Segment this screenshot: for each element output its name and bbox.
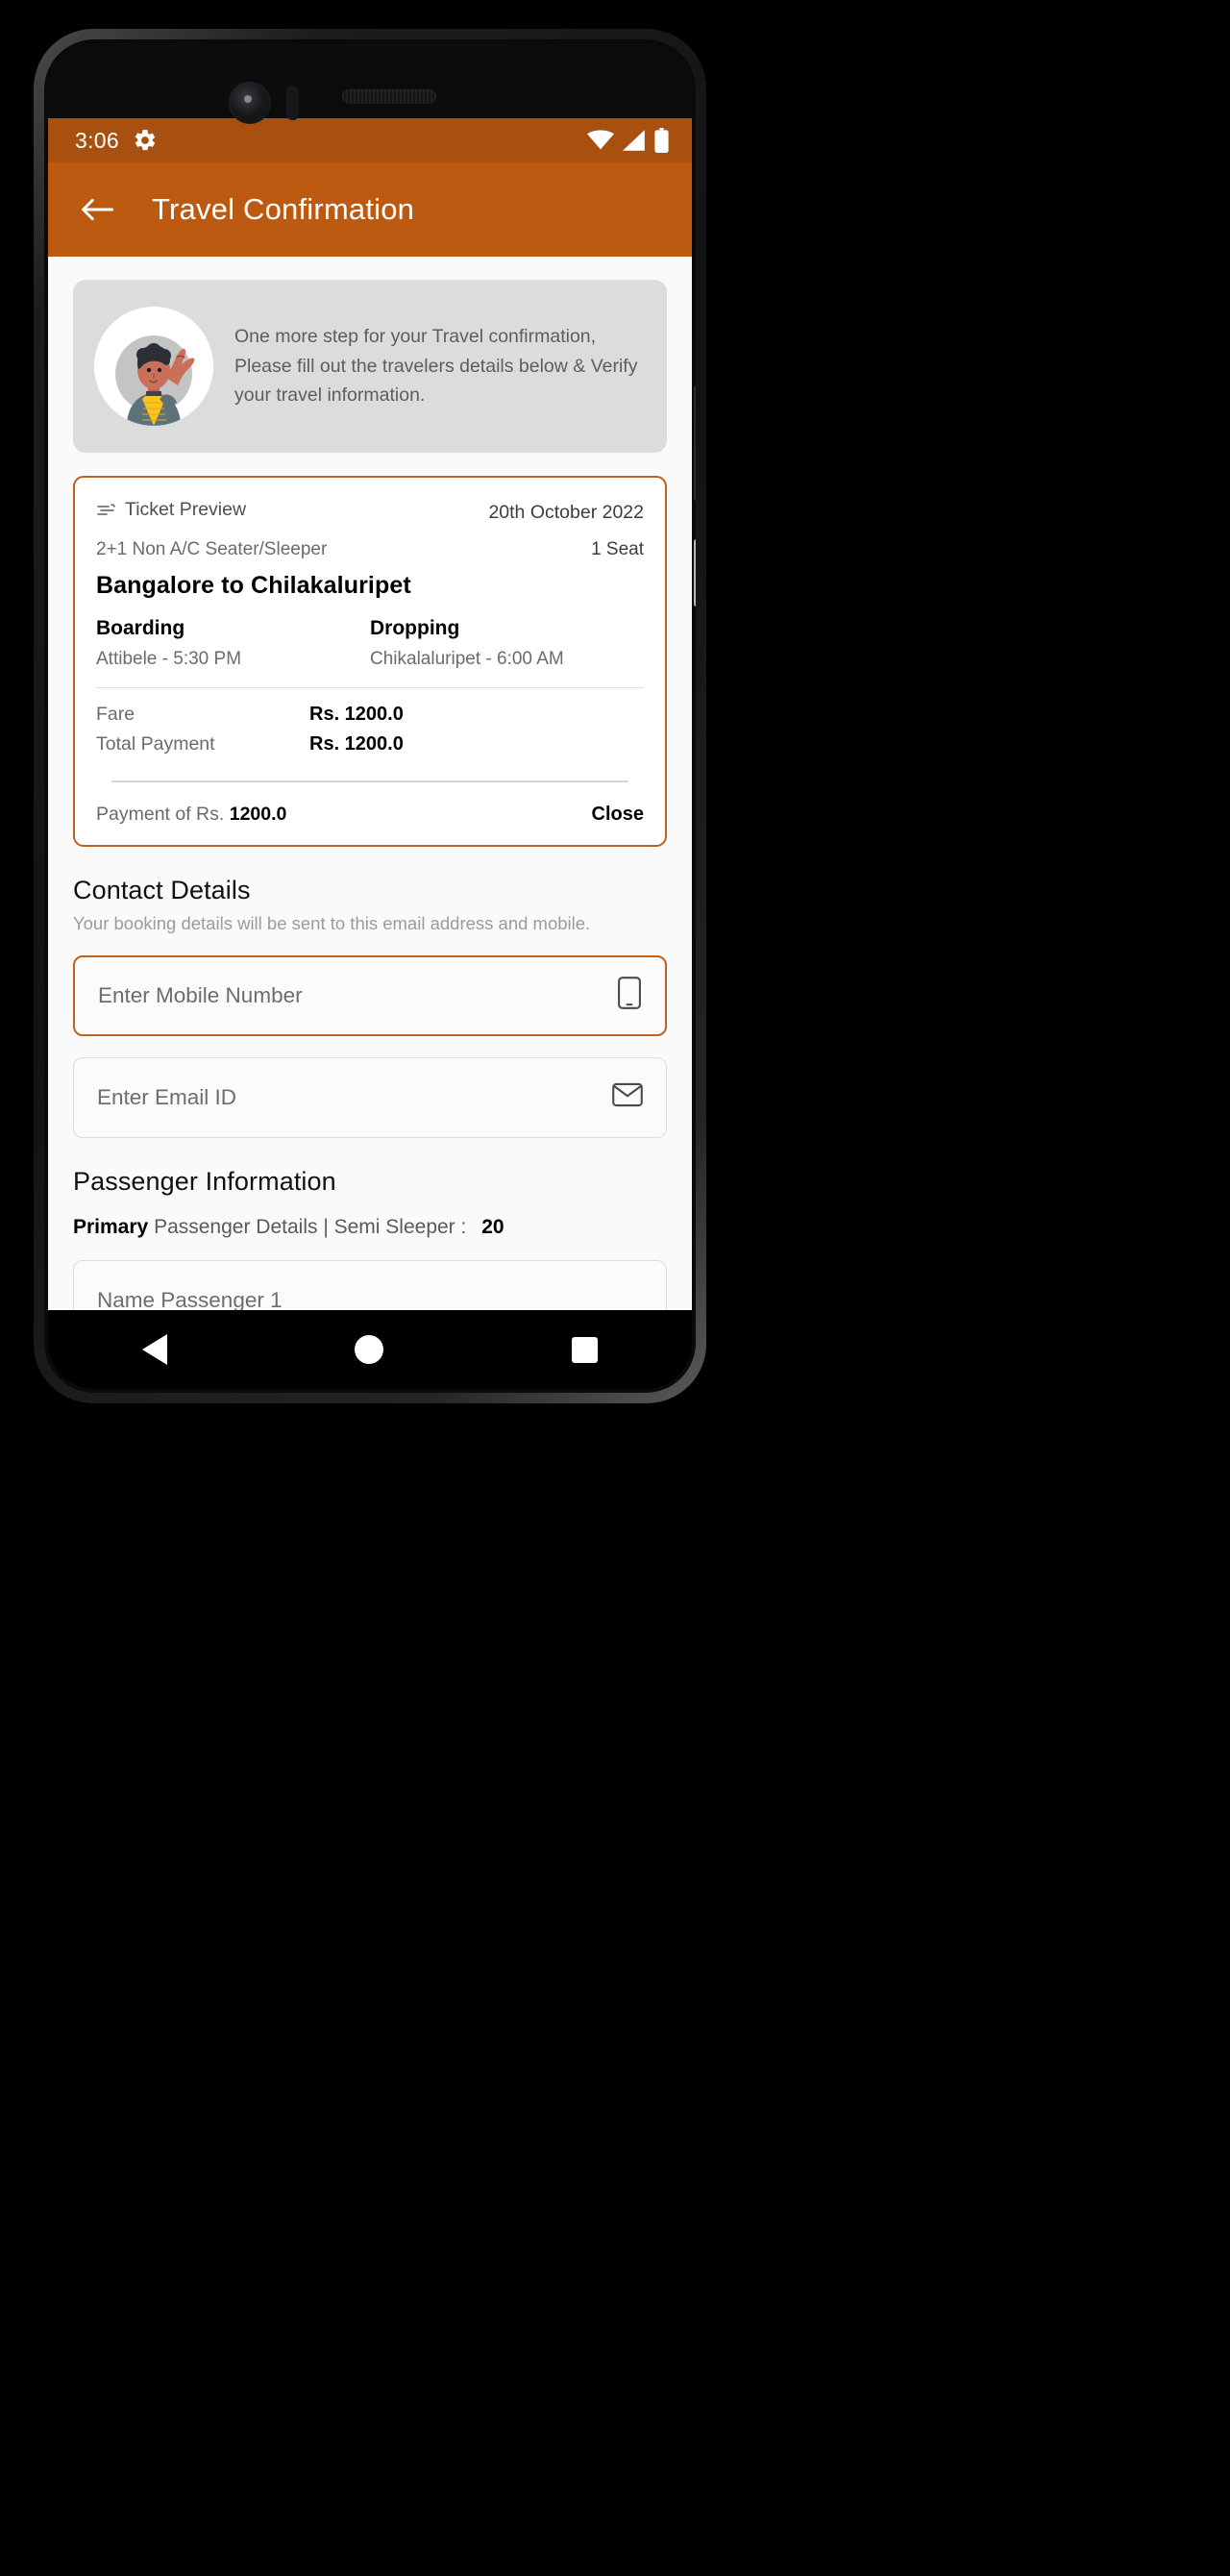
contact-details-title: Contact Details [73, 875, 251, 904]
primary-label: Primary [73, 1215, 149, 1238]
phone-bezel: 3:06 Travel Confirmation One more step f… [44, 39, 696, 1393]
payment-prefix: Payment of Rs. [96, 803, 225, 825]
scroll-content[interactable]: One more step for your Travel confirmati… [48, 257, 692, 1310]
fare-label: Fare [96, 703, 135, 725]
cellular-signal-icon [623, 130, 645, 151]
table-row: Total Payment Rs. 1200.0 [96, 733, 644, 755]
waving-person-illustration [94, 307, 213, 426]
payment-amount: 1200.0 [229, 803, 287, 825]
payment-summary-row: Payment of Rs. 1200.0 Close [96, 804, 644, 826]
wifi-icon [587, 130, 614, 150]
power-button[interactable] [694, 539, 696, 607]
mobile-number-input[interactable]: Enter Mobile Number [73, 954, 667, 1036]
info-banner-text: One more step for your Travel confirmati… [234, 325, 638, 407]
fare-value: Rs. 1200.0 [309, 703, 404, 725]
contact-details-subtitle: Your booking details will be sent to thi… [73, 912, 591, 933]
passenger-information-title: Passenger Information [73, 1166, 336, 1196]
volume-button[interactable] [694, 385, 696, 501]
camera-flash-icon [286, 86, 299, 120]
total-payment-value: Rs. 1200.0 [309, 732, 404, 755]
back-arrow-icon[interactable] [77, 189, 117, 230]
email-input-placeholder: Enter Email ID [97, 1084, 237, 1109]
email-input[interactable]: Enter Email ID [73, 1056, 667, 1138]
boarding-heading: Boarding [96, 616, 185, 639]
ticket-preview-card: Ticket Preview 20th October 2022 2+1 Non… [73, 476, 667, 847]
dropping-detail: Chikalaluripet - 6:00 AM [370, 648, 564, 669]
primary-detail-label: Passenger Details | Semi Sleeper : [154, 1215, 467, 1238]
front-camera-icon [229, 82, 271, 124]
android-navigation-bar [48, 1310, 692, 1389]
stops-grid: Boarding Attibele - 5:30 PM Dropping Chi… [96, 617, 644, 688]
bus-type-row: 2+1 Non A/C Seater/Sleeper 1 Seat [96, 524, 644, 560]
bus-type: 2+1 Non A/C Seater/Sleeper [96, 538, 328, 559]
dropping-column: Dropping Chikalaluripet - 6:00 AM [370, 617, 644, 670]
battery-icon [654, 128, 669, 153]
gear-icon [135, 130, 156, 151]
envelope-icon [612, 1082, 643, 1112]
passenger-name-input[interactable]: Name Passenger 1 [73, 1259, 667, 1311]
ticket-date: 20th October 2022 [488, 501, 644, 523]
status-bar-left-icons [133, 128, 158, 153]
nav-recents-square-icon[interactable] [572, 1336, 599, 1363]
earpiece-speaker-grille [342, 89, 436, 104]
ticket-lines-icon [97, 503, 115, 515]
total-payment-label: Total Payment [96, 732, 215, 755]
divider [111, 780, 628, 782]
app-bar: Travel Confirmation [48, 162, 692, 257]
sensor-strip [48, 43, 692, 124]
status-bar-right-icons [587, 128, 669, 153]
route-title: Bangalore to Chilakaluripet [96, 571, 411, 599]
phone-device-frame: 3:06 Travel Confirmation One more step f… [34, 29, 706, 1403]
boarding-column: Boarding Attibele - 5:30 PM [96, 617, 370, 670]
page-title: Travel Confirmation [152, 192, 415, 226]
status-bar-clock: 3:06 [75, 127, 119, 153]
primary-passenger-line: Primary Passenger Details | Semi Sleeper… [73, 1216, 667, 1239]
payment-summary-text: Payment of Rs. 1200.0 [96, 804, 286, 826]
ticket-preview-label-group: Ticket Preview [96, 499, 246, 521]
phone-screen: 3:06 Travel Confirmation One more step f… [48, 43, 692, 1389]
dropping-heading: Dropping [370, 616, 460, 639]
nav-home-circle-icon[interactable] [355, 1335, 384, 1364]
seat-number: 20 [481, 1215, 504, 1238]
ticket-card-header: Ticket Preview 20th October 2022 [96, 499, 644, 524]
status-bar: 3:06 [48, 118, 692, 162]
info-banner: One more step for your Travel confirmati… [73, 280, 667, 453]
mobile-input-placeholder: Enter Mobile Number [98, 982, 303, 1007]
mobile-phone-icon [617, 977, 642, 1014]
ticket-preview-label: Ticket Preview [125, 499, 247, 520]
close-button[interactable]: Close [592, 804, 644, 826]
nav-back-triangle-icon[interactable] [141, 1334, 167, 1365]
table-row: Fare Rs. 1200.0 [96, 704, 644, 726]
boarding-detail: Attibele - 5:30 PM [96, 648, 242, 669]
fare-block: Fare Rs. 1200.0 Total Payment Rs. 1200.0 [96, 704, 644, 755]
passenger-name-placeholder: Name Passenger 1 [97, 1287, 283, 1311]
seat-count: 1 Seat [591, 538, 644, 559]
